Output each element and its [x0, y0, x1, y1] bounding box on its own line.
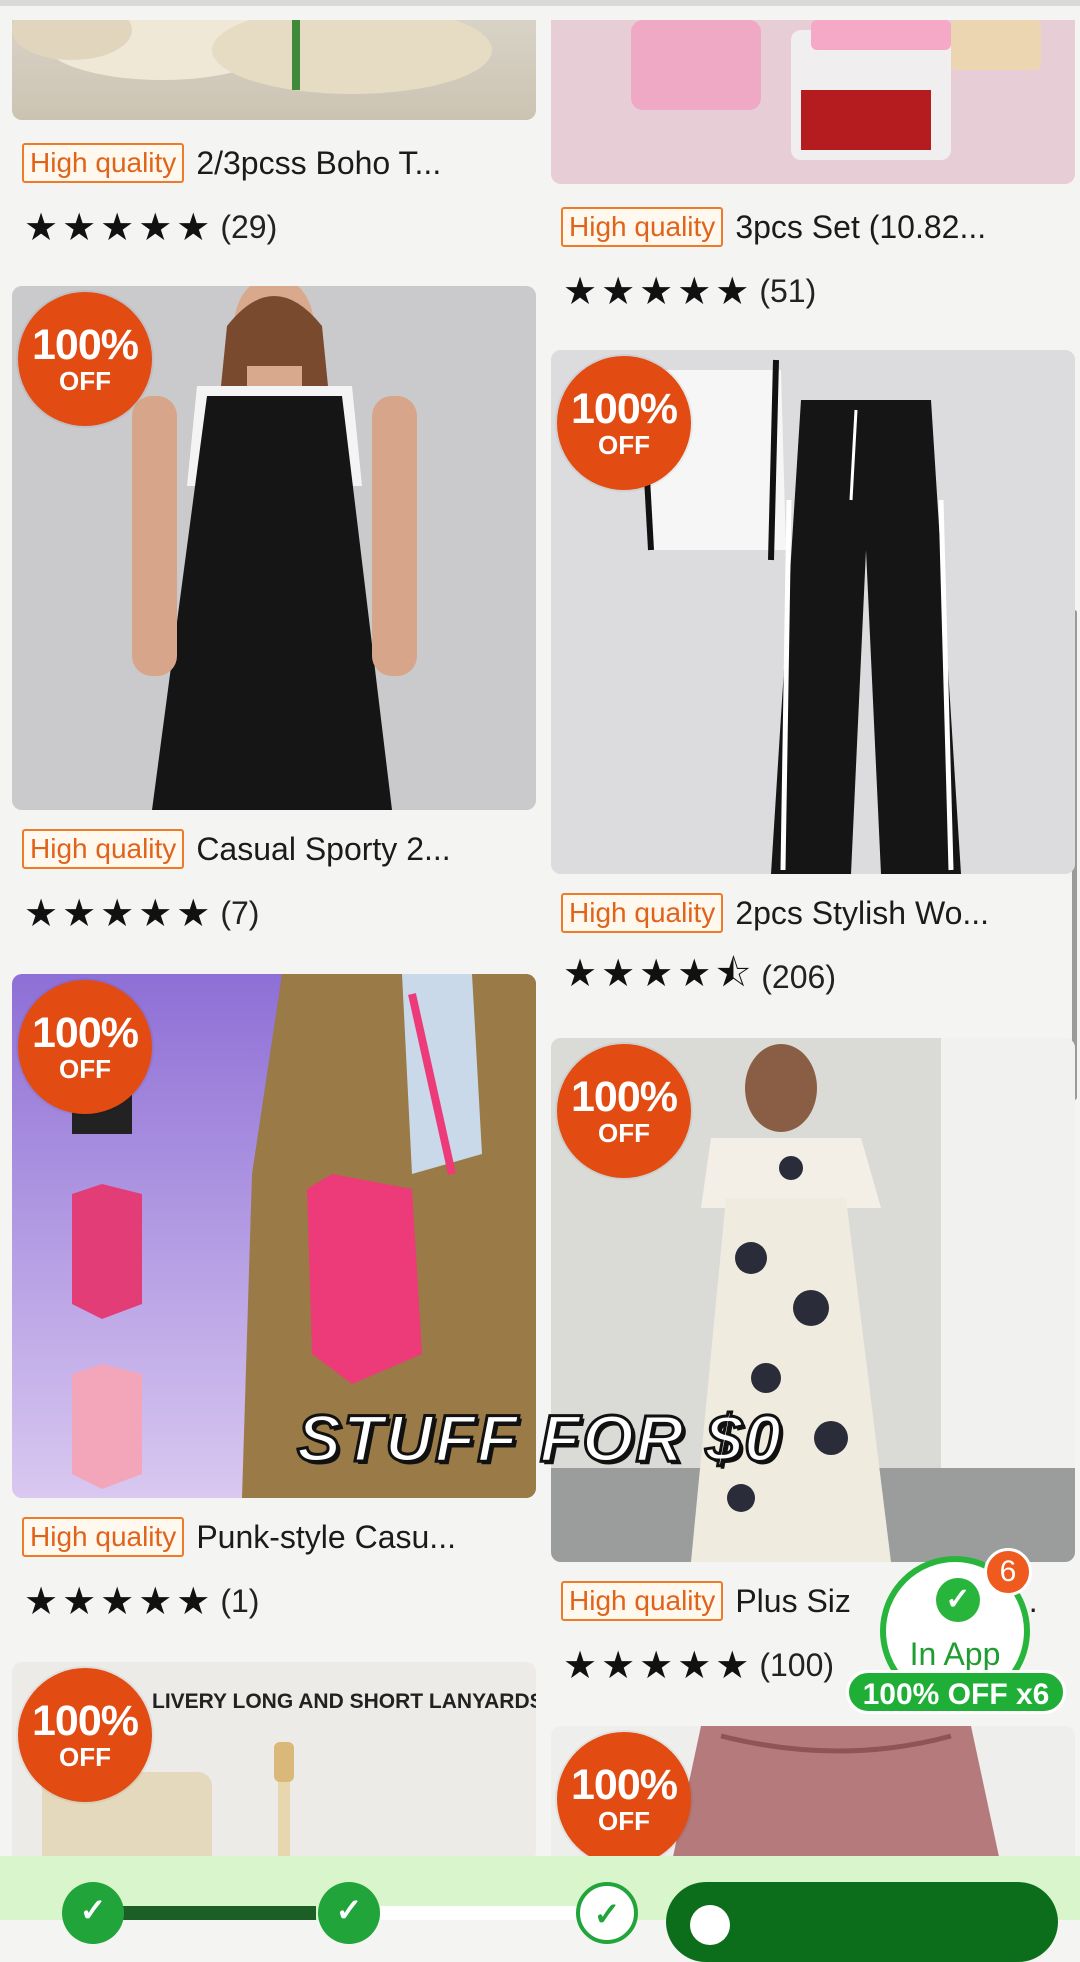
discount-badge: 100% OFF — [557, 356, 691, 490]
rating-stars-icon: ★★★★⯪ — [563, 952, 756, 995]
rating-stars-icon: ★★★★★ — [24, 206, 215, 249]
discount-badge: 100% OFF — [557, 1732, 691, 1866]
discount-percent: 100% — [32, 321, 139, 369]
discount-percent: 100% — [32, 1009, 139, 1057]
product-title[interactable]: Punk-style Casu... — [196, 1519, 456, 1556]
rating-row: ★★★★⯪ (206) — [563, 953, 836, 1000]
product-image-jumpsuit[interactable]: 100% OFF — [12, 286, 536, 810]
containers-illustration — [631, 20, 1041, 160]
discount-off-label: OFF — [598, 430, 650, 460]
rating-row: ★★★★★ (1) — [24, 1578, 259, 1624]
product-image-pillows[interactable] — [12, 20, 536, 120]
product-image-floral-dress[interactable]: 100% OFF — [551, 1038, 1075, 1562]
product-title[interactable]: Casual Sporty 2... — [196, 831, 450, 868]
product-title-row: High quality 2/3pcss Boho T... — [22, 140, 441, 186]
rating-row: ★★★★★ (100) — [563, 1642, 834, 1688]
product-title[interactable]: 2pcs Stylish Wo... — [735, 895, 989, 932]
product-title-row: High quality Punk-style Casu... — [22, 1514, 456, 1560]
product-title-row: High quality Casual Sporty 2... — [22, 826, 451, 872]
product-image-containers[interactable] — [551, 20, 1075, 184]
discount-off-label: OFF — [59, 1742, 111, 1772]
discount-percent: 100% — [32, 1697, 139, 1745]
checkmark-icon: ✓ — [936, 1578, 980, 1622]
review-count: (100) — [759, 1646, 835, 1683]
discount-off-label: OFF — [598, 1806, 650, 1836]
product-title[interactable]: 2/3pcss Boho T... — [196, 145, 441, 182]
review-count: (1) — [220, 1582, 260, 1619]
step-check-icon: ✓ — [318, 1882, 380, 1944]
step-check-icon: ✓ — [62, 1882, 124, 1944]
review-count: (7) — [220, 894, 260, 931]
cta-icon — [690, 1905, 730, 1945]
rating-stars-icon: ★★★★★ — [563, 1644, 754, 1687]
status-strip — [0, 0, 1080, 6]
in-app-offer-bar[interactable]: 100% OFF x6 — [846, 1670, 1066, 1714]
discount-percent: 100% — [571, 1761, 678, 1809]
review-count: (206) — [761, 958, 836, 995]
in-app-count-badge: 6 — [984, 1548, 1032, 1596]
product-image-track-set[interactable]: 100% OFF — [551, 350, 1075, 874]
product-title-row: High quality 3pcs Set (10.82... — [561, 204, 986, 250]
step-check-icon: ✓ — [576, 1882, 638, 1944]
video-caption: STUFF FOR $0 — [295, 1400, 784, 1477]
high-quality-tag: High quality — [561, 893, 724, 933]
progress-line — [380, 1906, 580, 1920]
rating-stars-icon: ★★★★★ — [24, 892, 215, 935]
review-count: (29) — [220, 208, 278, 245]
high-quality-tag: High quality — [561, 207, 724, 247]
discount-badge: 100% OFF — [18, 1668, 152, 1802]
high-quality-tag: High quality — [561, 1581, 724, 1621]
discount-badge: 100% OFF — [18, 292, 152, 426]
rating-row: ★★★★★ (51) — [563, 268, 816, 314]
in-app-label: In App — [909, 1636, 1001, 1672]
discount-off-label: OFF — [59, 366, 111, 396]
rating-stars-icon: ★★★★★ — [24, 1580, 215, 1623]
progress-line — [120, 1906, 316, 1920]
product-title[interactable]: 3pcs Set (10.82... — [735, 209, 986, 246]
discount-off-label: OFF — [59, 1054, 111, 1084]
product-image-pink-shorts[interactable]: 100% OFF — [551, 1726, 1075, 1866]
high-quality-tag: High quality — [22, 1517, 185, 1557]
pillows-illustration — [12, 20, 492, 94]
high-quality-tag: High quality — [22, 143, 185, 183]
product-image-lanyard[interactable]: LIVERY LONG AND SHORT LANYARDS 100% OFF — [12, 1662, 536, 1862]
product-title[interactable]: Plus Siz — [735, 1583, 851, 1620]
review-count: (51) — [759, 272, 817, 309]
rating-row: ★★★★★ (7) — [24, 890, 259, 936]
discount-off-label: OFF — [598, 1118, 650, 1148]
product-title-row: High quality 2pcs Stylish Wo... — [561, 890, 989, 936]
rating-row: ★★★★★ (29) — [24, 204, 277, 250]
high-quality-tag: High quality — [22, 829, 185, 869]
discount-percent: 100% — [571, 385, 678, 433]
discount-percent: 100% — [571, 1073, 678, 1121]
rating-stars-icon: ★★★★★ — [563, 270, 754, 313]
discount-badge: 100% OFF — [557, 1044, 691, 1178]
discount-badge: 100% OFF — [18, 980, 152, 1114]
